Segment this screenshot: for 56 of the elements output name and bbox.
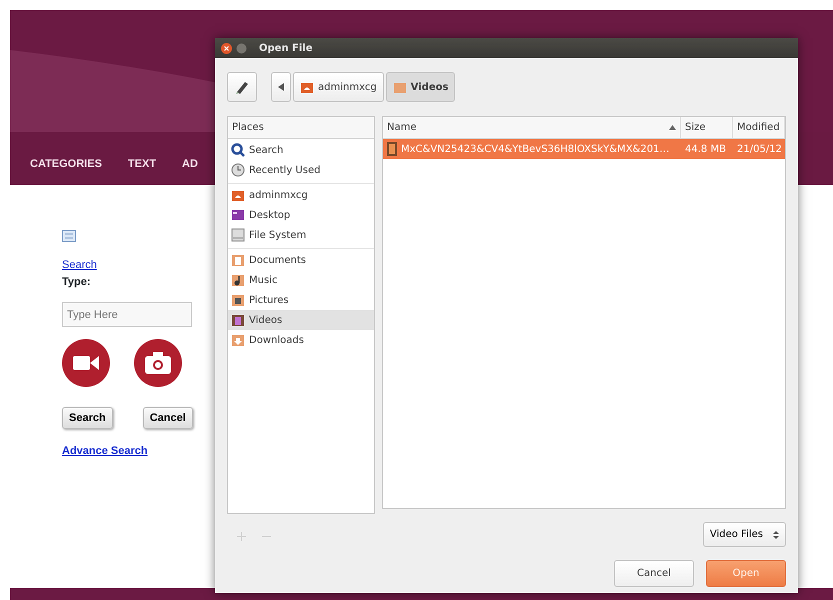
places-item[interactable]: Downloads: [228, 330, 374, 350]
home-folder-icon: [231, 188, 245, 202]
column-header[interactable]: Name: [383, 117, 681, 138]
places-item[interactable]: Desktop: [228, 205, 374, 225]
search-link[interactable]: Search: [62, 259, 97, 271]
folder-icon: [392, 80, 407, 94]
file-modified: 21/05/12: [737, 144, 782, 154]
nav-link[interactable]: TEXT: [128, 158, 156, 170]
nav-link[interactable]: CATEGORIES: [30, 158, 102, 170]
places-item[interactable]: Pictures: [228, 290, 374, 310]
column-header[interactable]: Size: [681, 117, 733, 138]
video-button[interactable]: [62, 339, 110, 387]
sort-ascending-icon: [669, 125, 676, 130]
camera-icon: [145, 352, 171, 374]
file-name: MxC&VN25423&CV4&YtBevS36H8lOXSkY&MX&201…: [401, 142, 670, 156]
video-file-icon: [387, 142, 397, 156]
drive-icon: [231, 228, 245, 242]
advance-search-link[interactable]: Advance Search: [62, 445, 148, 457]
path-button[interactable]: Videos: [386, 72, 456, 102]
clock-icon: [231, 163, 245, 177]
camera-button[interactable]: [134, 339, 182, 387]
places-item[interactable]: Search: [228, 140, 374, 160]
edit-location-button[interactable]: [227, 72, 257, 102]
places-item[interactable]: Recently Used: [228, 160, 374, 180]
documents-folder-icon: [231, 253, 245, 267]
type-field[interactable]: Type Here: [62, 302, 192, 327]
videos-folder-icon: [231, 313, 245, 327]
path-button[interactable]: adminmxcg: [293, 72, 384, 102]
music-folder-icon: [231, 273, 245, 287]
file-type-dropdown[interactable]: Video Files: [702, 522, 786, 547]
places-item[interactable]: Documents: [228, 250, 374, 270]
places-item[interactable]: Music: [228, 270, 374, 290]
close-icon[interactable]: [221, 42, 232, 54]
back-button[interactable]: [271, 72, 291, 102]
places-heading: Places: [232, 121, 264, 135]
search-icon: [231, 143, 245, 157]
search-button[interactable]: Search: [62, 407, 113, 429]
home-folder-icon: [300, 80, 314, 94]
column-header[interactable]: Modified: [733, 117, 785, 138]
places-item[interactable]: File System: [228, 225, 374, 245]
up-down-arrows-icon: [773, 530, 779, 540]
places-item[interactable]: adminmxcg: [228, 185, 374, 205]
cancel-button[interactable]: Cancel: [614, 560, 694, 587]
downloads-folder-icon: [231, 333, 245, 347]
desktop-icon: [231, 208, 245, 222]
pictures-folder-icon: [231, 293, 245, 307]
nav-link[interactable]: AD: [182, 158, 198, 170]
left-arrow-icon: [278, 83, 284, 91]
places-item[interactable]: Videos: [228, 310, 374, 330]
file-size: 44.8 MB: [685, 144, 726, 154]
cancel-button[interactable]: Cancel: [142, 407, 193, 429]
pencil-icon: [234, 79, 250, 95]
form-icon: [62, 230, 76, 242]
video-camera-icon: [73, 354, 99, 372]
type-label: Type:: [62, 276, 91, 288]
window-title: Open File: [259, 42, 313, 56]
